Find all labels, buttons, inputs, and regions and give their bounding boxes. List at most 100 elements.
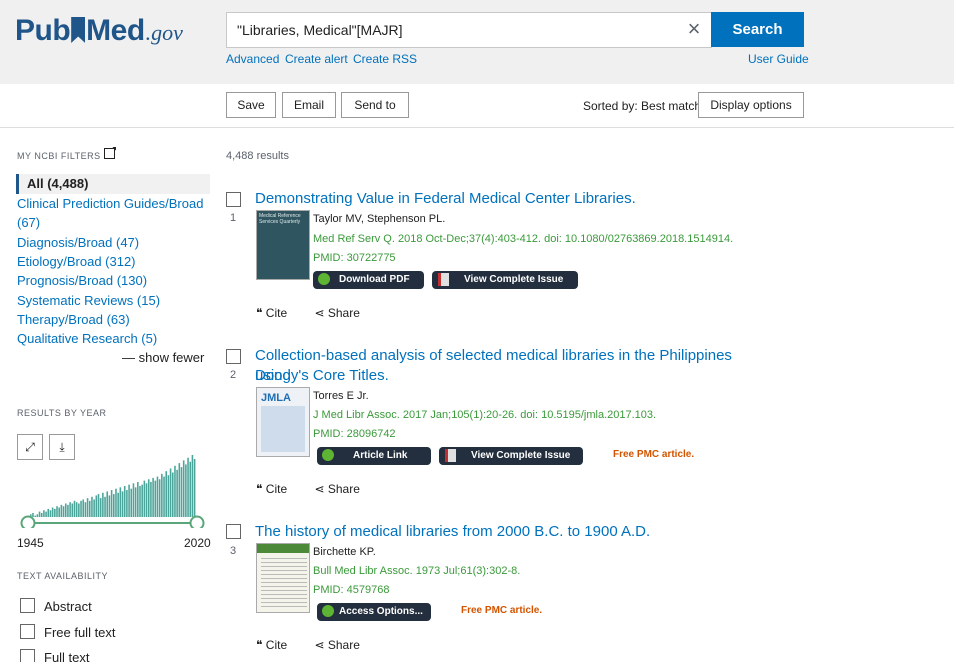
abstract-label[interactable]: Abstract bbox=[44, 599, 92, 614]
year-bar[interactable] bbox=[54, 508, 56, 517]
year-bar[interactable] bbox=[180, 467, 183, 517]
pubmed-logo[interactable]: Pub Med .gov bbox=[15, 14, 183, 48]
year-bar[interactable] bbox=[91, 496, 93, 517]
filter-etiology[interactable]: Etiology/Broad (312) bbox=[17, 253, 136, 270]
year-end-handle[interactable] bbox=[189, 515, 205, 529]
year-bar[interactable] bbox=[67, 504, 69, 517]
year-bar[interactable] bbox=[171, 472, 174, 517]
filter-qualitative-research[interactable]: Qualitative Research (5) bbox=[17, 330, 157, 347]
year-bar[interactable] bbox=[119, 487, 122, 517]
result-title-continued[interactable]: Doody's Core Titles. bbox=[255, 366, 755, 386]
year-bar[interactable] bbox=[161, 473, 163, 517]
search-button[interactable]: Search bbox=[711, 12, 804, 47]
year-bar[interactable] bbox=[178, 463, 181, 517]
view-complete-issue-button[interactable]: View Complete Issue bbox=[432, 271, 578, 289]
free-full-text-label[interactable]: Free full text bbox=[44, 625, 116, 640]
year-bar[interactable] bbox=[174, 465, 176, 517]
year-bar[interactable] bbox=[47, 508, 50, 517]
year-bar[interactable] bbox=[78, 503, 80, 517]
year-bar[interactable] bbox=[108, 495, 111, 517]
year-bar[interactable] bbox=[150, 481, 152, 517]
filter-systematic-reviews[interactable]: Systematic Reviews (15) bbox=[17, 292, 160, 309]
year-bar[interactable] bbox=[185, 464, 187, 517]
year-bar[interactable] bbox=[32, 512, 34, 517]
result-checkbox[interactable] bbox=[226, 349, 241, 364]
year-bar[interactable] bbox=[193, 459, 196, 517]
year-bar[interactable] bbox=[51, 507, 54, 517]
year-bar[interactable] bbox=[102, 492, 104, 517]
year-bar[interactable] bbox=[134, 487, 137, 517]
year-bar[interactable] bbox=[86, 498, 89, 517]
download-chart-icon[interactable]: ⤓ bbox=[49, 434, 75, 460]
year-bar[interactable] bbox=[40, 512, 43, 517]
share-button[interactable]: ⋖ Share bbox=[314, 306, 371, 320]
save-button[interactable]: Save bbox=[226, 92, 276, 118]
year-bar[interactable] bbox=[128, 484, 130, 517]
create-rss-link[interactable]: Create RSS bbox=[353, 52, 417, 66]
year-bar[interactable] bbox=[43, 510, 45, 517]
year-bar[interactable] bbox=[64, 503, 67, 517]
cite-button[interactable]: ❝ Cite bbox=[256, 482, 299, 496]
view-complete-issue-button[interactable]: View Complete Issue bbox=[439, 447, 583, 465]
email-button[interactable]: Email bbox=[282, 92, 336, 118]
year-bar[interactable] bbox=[191, 455, 194, 517]
send-to-button[interactable]: Send to bbox=[341, 92, 409, 118]
year-bar[interactable] bbox=[187, 457, 189, 517]
year-bar[interactable] bbox=[158, 479, 161, 517]
year-bar[interactable] bbox=[126, 490, 128, 517]
year-bar[interactable] bbox=[49, 510, 52, 517]
abstract-checkbox[interactable] bbox=[20, 598, 35, 613]
free-full-text-checkbox[interactable] bbox=[20, 624, 35, 639]
result-checkbox[interactable] bbox=[226, 524, 241, 539]
year-bar[interactable] bbox=[34, 515, 36, 517]
year-bar[interactable] bbox=[60, 504, 63, 517]
year-bar[interactable] bbox=[141, 484, 143, 517]
display-options-button[interactable]: Display options bbox=[698, 92, 804, 118]
year-bar[interactable] bbox=[106, 491, 109, 517]
year-bar[interactable] bbox=[99, 498, 102, 517]
year-bar[interactable] bbox=[82, 499, 84, 517]
year-bar[interactable] bbox=[169, 468, 172, 517]
results-by-year-chart[interactable] bbox=[16, 432, 212, 528]
free-pmc-article-badge[interactable]: Free PMC article. bbox=[461, 605, 542, 616]
year-bar[interactable] bbox=[80, 500, 82, 517]
year-bar[interactable] bbox=[62, 506, 65, 517]
year-bar[interactable] bbox=[115, 488, 117, 517]
cite-button[interactable]: ❝ Cite bbox=[256, 306, 299, 320]
year-bar[interactable] bbox=[71, 503, 74, 517]
free-pmc-article-badge[interactable]: Free PMC article. bbox=[613, 449, 694, 460]
year-bar[interactable] bbox=[69, 502, 71, 517]
result-checkbox[interactable] bbox=[226, 192, 241, 207]
year-bar[interactable] bbox=[97, 494, 100, 517]
show-fewer-link[interactable]: — show fewer bbox=[122, 350, 204, 365]
clear-search-icon[interactable]: × bbox=[682, 18, 706, 42]
year-bar[interactable] bbox=[147, 479, 150, 517]
year-bar[interactable] bbox=[56, 506, 58, 517]
year-bar[interactable] bbox=[139, 486, 141, 517]
external-link-icon[interactable] bbox=[104, 148, 115, 159]
year-bar[interactable] bbox=[145, 483, 148, 517]
filter-clinical-prediction-count[interactable]: (67) bbox=[17, 214, 40, 231]
year-bar[interactable] bbox=[88, 500, 91, 517]
year-bar[interactable] bbox=[152, 477, 154, 517]
year-bar[interactable] bbox=[45, 511, 47, 517]
share-button[interactable]: ⋖ Share bbox=[314, 638, 371, 652]
access-options-button[interactable]: Access Options... bbox=[317, 603, 431, 621]
download-pdf-button[interactable]: Download PDF bbox=[313, 271, 424, 289]
year-bar[interactable] bbox=[165, 471, 167, 517]
cite-button[interactable]: ❝ Cite bbox=[256, 638, 299, 652]
journal-thumbnail[interactable]: JMLA bbox=[256, 387, 310, 457]
full-text-label[interactable]: Full text bbox=[44, 650, 90, 662]
filter-prognosis[interactable]: Prognosis/Broad (130) bbox=[17, 272, 147, 289]
year-bar[interactable] bbox=[95, 495, 98, 517]
year-bar[interactable] bbox=[156, 476, 159, 517]
full-text-checkbox[interactable] bbox=[20, 649, 35, 662]
year-bar[interactable] bbox=[143, 480, 146, 517]
year-bar[interactable] bbox=[163, 476, 165, 517]
filter-diagnosis[interactable]: Diagnosis/Broad (47) bbox=[17, 234, 139, 251]
expand-chart-icon[interactable]: ⤢ bbox=[17, 434, 43, 460]
year-bar[interactable] bbox=[104, 496, 106, 517]
filter-therapy[interactable]: Therapy/Broad (63) bbox=[17, 311, 130, 328]
result-title[interactable]: Demonstrating Value in Federal Medical C… bbox=[255, 189, 755, 209]
year-bar[interactable] bbox=[130, 488, 133, 517]
